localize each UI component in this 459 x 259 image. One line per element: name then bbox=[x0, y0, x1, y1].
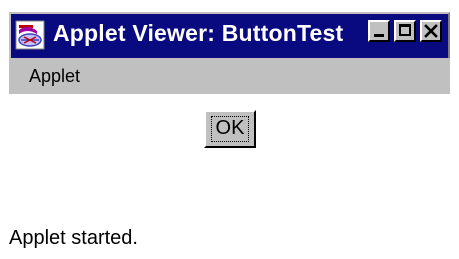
maximize-button[interactable] bbox=[394, 20, 416, 42]
title-bar[interactable]: Applet Viewer: ButtonTest bbox=[9, 12, 450, 58]
maximize-icon bbox=[399, 24, 411, 36]
menu-bar: Applet bbox=[9, 58, 450, 94]
menu-applet[interactable]: Applet bbox=[29, 65, 80, 87]
close-button[interactable] bbox=[420, 20, 442, 42]
close-icon bbox=[424, 24, 438, 38]
ok-button[interactable]: OK bbox=[204, 110, 256, 148]
applet-content-area: OK Applet started. bbox=[9, 94, 450, 257]
applet-viewer-icon[interactable] bbox=[15, 20, 45, 50]
minimize-icon bbox=[374, 34, 384, 37]
status-text: Applet started. bbox=[9, 227, 138, 249]
ok-button-label: OK bbox=[215, 117, 245, 139]
applet-viewer-window: Applet Viewer: ButtonTest Applet OK Appl… bbox=[9, 12, 450, 257]
window-title: Applet Viewer: ButtonTest bbox=[53, 20, 344, 46]
minimize-button[interactable] bbox=[368, 20, 390, 42]
